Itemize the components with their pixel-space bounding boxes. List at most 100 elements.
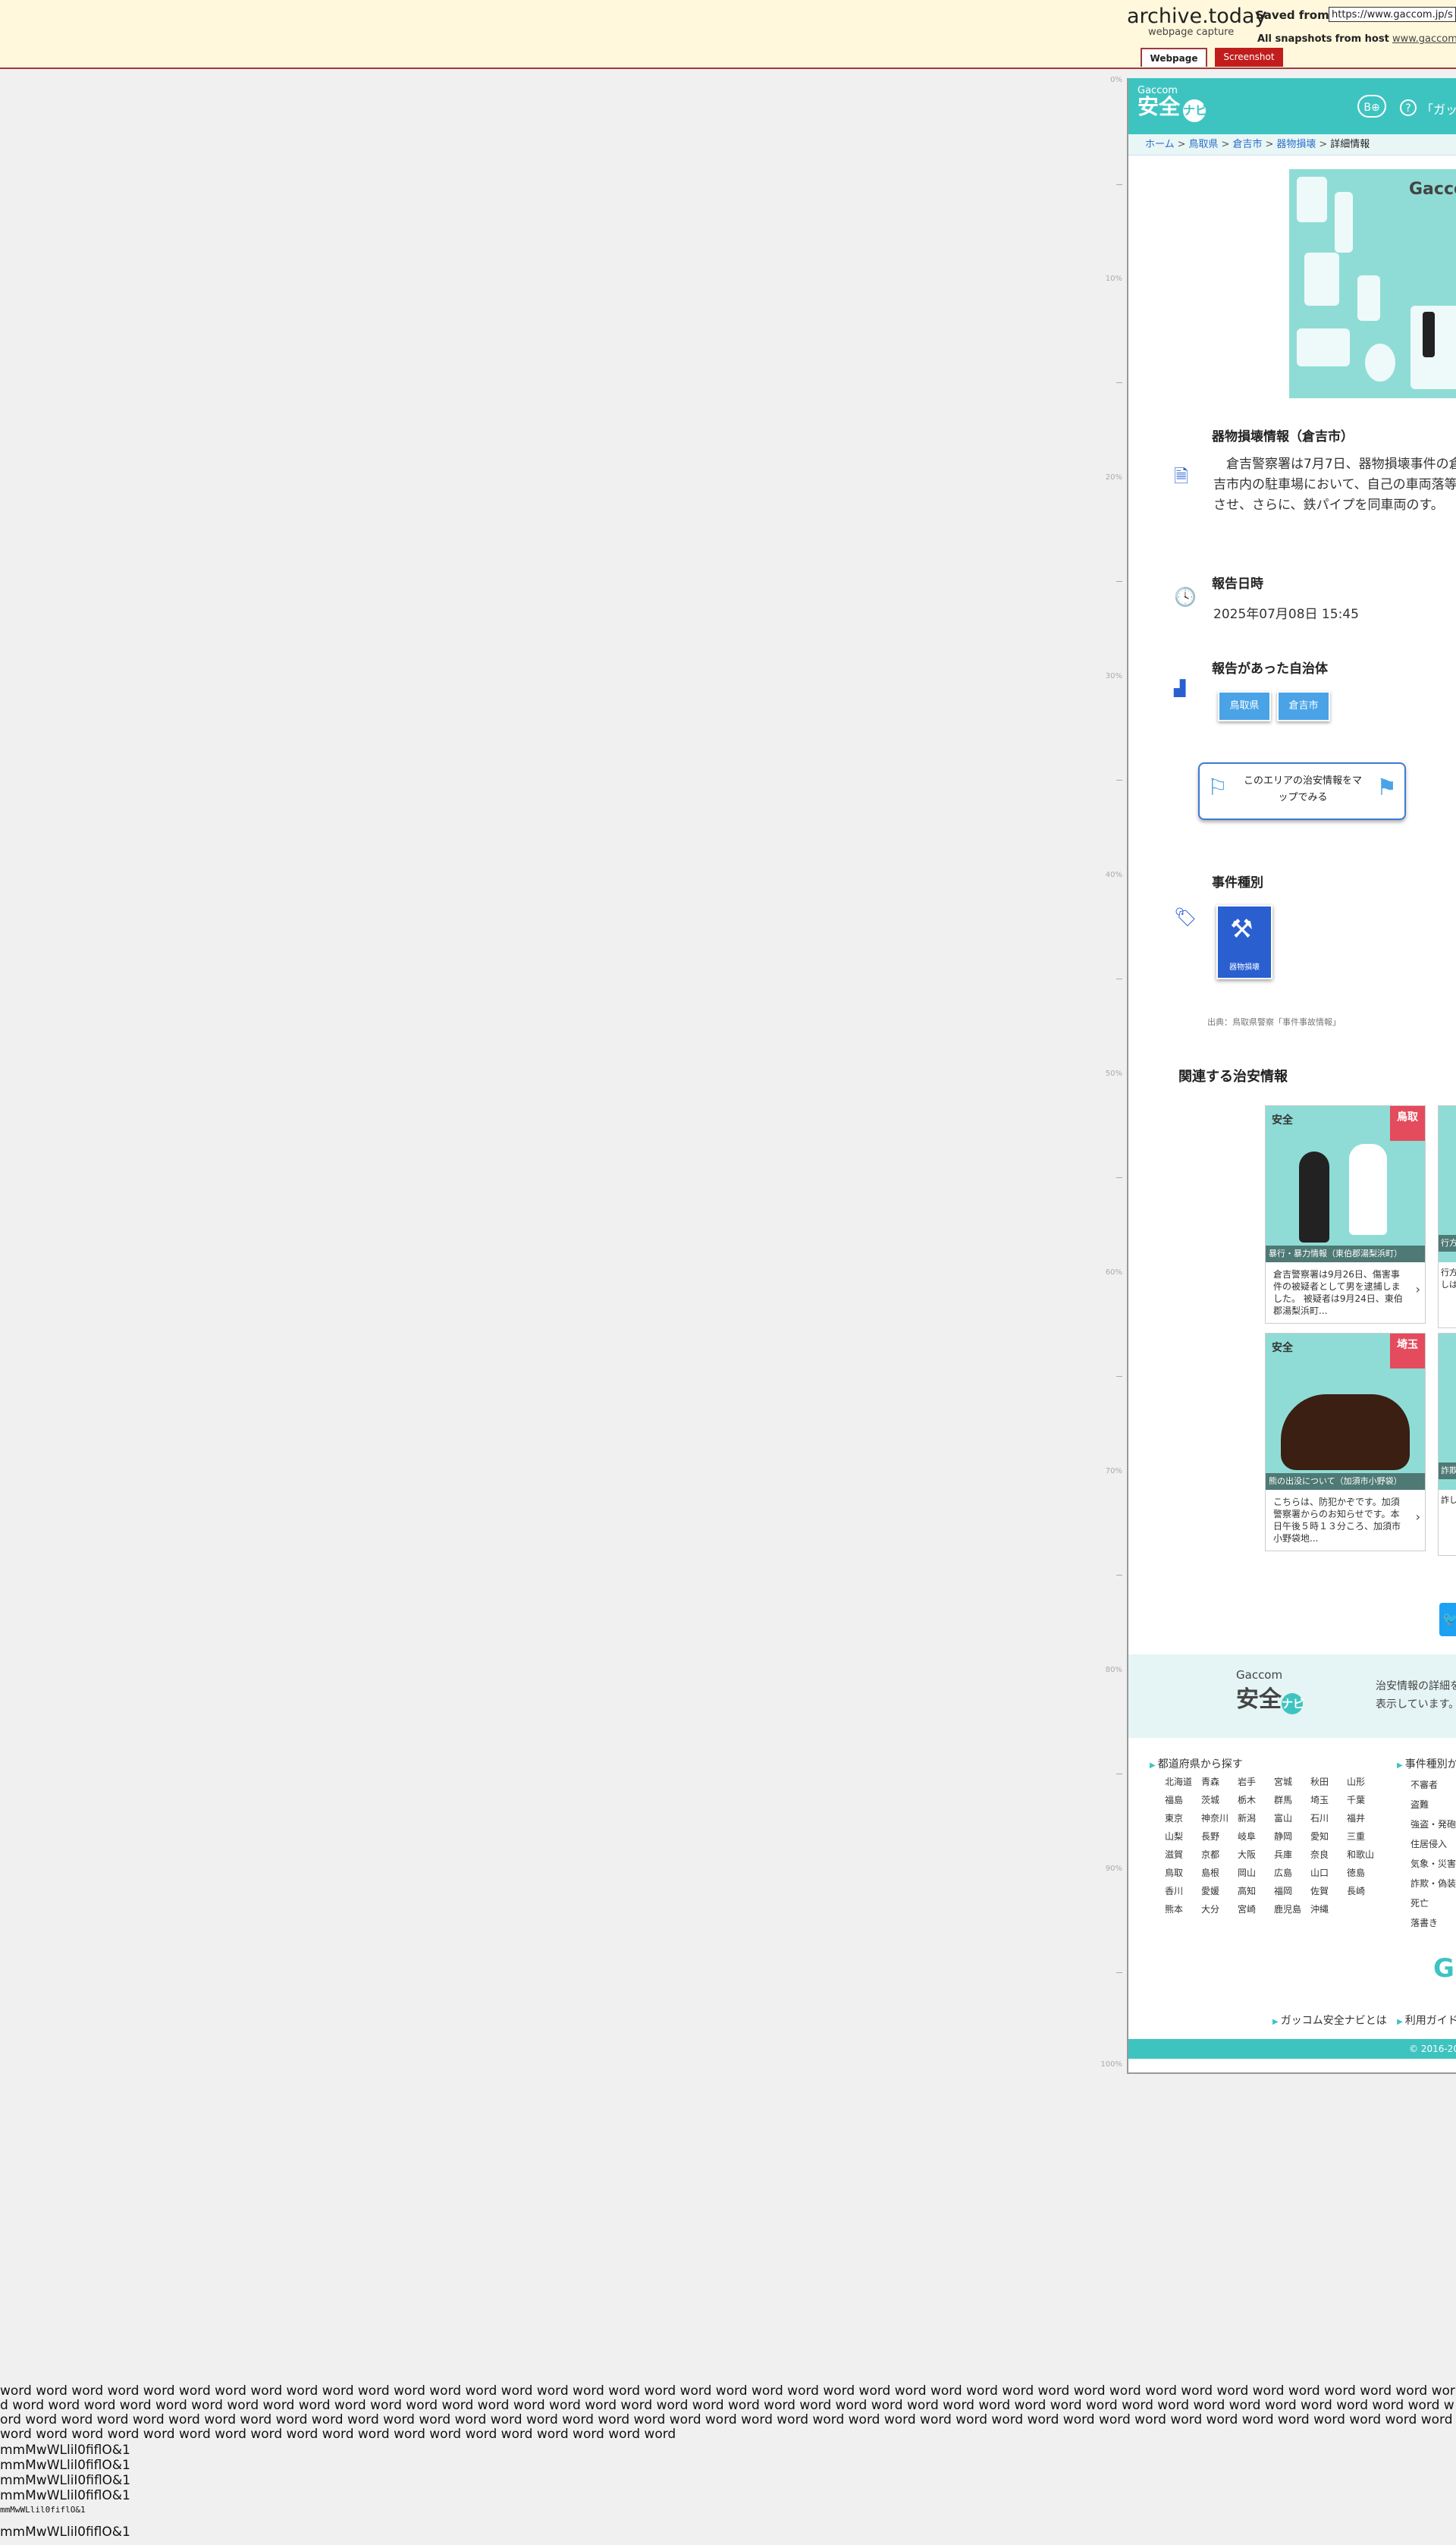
map-view-button[interactable]: ⚐ このエリアの治安情報をマップでみる ⚑ xyxy=(1198,762,1406,820)
archive-subtitle: webpage capture xyxy=(1148,27,1235,38)
prefecture-link[interactable]: 福島 xyxy=(1165,1793,1201,1807)
prefecture-link[interactable]: 宮崎 xyxy=(1238,1902,1274,1916)
breadcrumb-home[interactable]: ホーム xyxy=(1145,139,1175,150)
prefecture-link[interactable]: 京都 xyxy=(1201,1848,1238,1862)
prefecture-link[interactable]: 滋賀 xyxy=(1165,1848,1201,1862)
prefecture-link[interactable]: 徳島 xyxy=(1347,1866,1383,1880)
prefecture-link[interactable]: 大阪 xyxy=(1238,1848,1274,1862)
saved-url-input[interactable]: https://www.gaccom.jp/s xyxy=(1329,7,1456,22)
prefecture-link[interactable]: 島根 xyxy=(1201,1866,1238,1880)
prefecture-link[interactable]: 秋田 xyxy=(1310,1775,1347,1789)
tab-webpage[interactable]: Webpage xyxy=(1141,48,1207,67)
tab-screenshot[interactable]: Screenshot xyxy=(1215,48,1283,67)
building-icon: ▟ xyxy=(1174,679,1186,697)
case-type-link[interactable]: 強盗・発砲 xyxy=(1410,1814,1456,1834)
prefecture-link[interactable]: 三重 xyxy=(1347,1830,1383,1843)
prefecture-link[interactable]: 山形 xyxy=(1347,1775,1383,1789)
help-icon[interactable]: ? xyxy=(1400,99,1417,116)
prefecture-link[interactable]: 山口 xyxy=(1310,1866,1347,1880)
breadcrumb-city[interactable]: 倉吉市 xyxy=(1232,139,1262,150)
prefecture-link[interactable]: 和歌山 xyxy=(1347,1848,1383,1862)
breadcrumb-sep: > xyxy=(1319,139,1328,150)
prefecture-link[interactable]: 沖縄 xyxy=(1310,1902,1347,1916)
prefecture-link[interactable]: 福岡 xyxy=(1274,1884,1310,1898)
related-card-partial[interactable]: 行方 行方のしはは xyxy=(1438,1105,1456,1328)
case-type-link[interactable]: 気象・災害 xyxy=(1410,1854,1456,1874)
chevron-right-icon: › xyxy=(1415,1510,1420,1524)
prefecture-link[interactable]: 大分 xyxy=(1201,1902,1238,1916)
prefecture-link[interactable]: 山梨 xyxy=(1165,1830,1201,1843)
prefecture-link[interactable]: 兵庫 xyxy=(1274,1848,1310,1862)
related-card-desc: 行方のしはは xyxy=(1439,1262,1456,1327)
municipality-button-pref[interactable]: 鳥取県 xyxy=(1218,691,1271,721)
prefecture-link[interactable]: 千葉 xyxy=(1347,1793,1383,1807)
breadcrumb-current: 詳細情報 xyxy=(1330,139,1370,150)
prefecture-link[interactable]: 広島 xyxy=(1274,1866,1310,1880)
prefecture-link[interactable]: 熊本 xyxy=(1165,1902,1201,1916)
bookmark-icon-glyph: B xyxy=(1363,102,1371,114)
prefecture-link[interactable]: 石川 xyxy=(1310,1811,1347,1825)
breadcrumb-category[interactable]: 器物損壊 xyxy=(1276,139,1316,150)
prefecture-link[interactable]: 富山 xyxy=(1274,1811,1310,1825)
related-card[interactable]: 安全 埼玉 熊の出没について（加須市小野袋） こちらは、防犯かぞです。加須警察署… xyxy=(1265,1333,1426,1551)
footer-description: 治安情報の詳細を表示しています。 xyxy=(1376,1680,1456,1711)
prefecture-link[interactable]: 長崎 xyxy=(1347,1884,1383,1898)
prefecture-link[interactable]: 岡山 xyxy=(1238,1866,1274,1880)
prefecture-link[interactable]: 茨城 xyxy=(1201,1793,1238,1807)
article-title: 器物損壊情報（倉吉市） xyxy=(1212,429,1354,445)
prefecture-link[interactable]: 栃木 xyxy=(1238,1793,1274,1807)
site-logo[interactable]: Gaccom 安全 ナビ xyxy=(1138,86,1207,122)
card-logo: 安全 xyxy=(1272,1114,1293,1126)
prefecture-link[interactable]: 静岡 xyxy=(1274,1830,1310,1843)
prefecture-link[interactable]: 香川 xyxy=(1165,1884,1201,1898)
prefecture-link[interactable]: 鹿児島 xyxy=(1274,1902,1310,1916)
prefecture-link[interactable]: 北海道 xyxy=(1165,1775,1201,1789)
prefecture-link[interactable]: 奈良 xyxy=(1310,1848,1347,1862)
link-guide[interactable]: 利用ガイド xyxy=(1405,2015,1456,2027)
breadcrumb-pref[interactable]: 鳥取県 xyxy=(1189,139,1219,150)
footer-logo[interactable]: Gaccom 安全ナビ xyxy=(1236,1670,1304,1714)
case-type-link[interactable]: 落書き xyxy=(1410,1913,1456,1933)
prefecture-link[interactable]: 神奈川 xyxy=(1201,1811,1238,1825)
prefecture-link[interactable]: 佐賀 xyxy=(1310,1884,1347,1898)
case-type-link[interactable]: 死亡 xyxy=(1410,1893,1456,1913)
from-host-label: from host xyxy=(1335,33,1389,45)
bookmark-icon[interactable]: B⊕ xyxy=(1357,95,1386,118)
prefecture-link[interactable]: 東京 xyxy=(1165,1811,1201,1825)
prefecture-link[interactable]: 宮城 xyxy=(1274,1775,1310,1789)
archive-logo[interactable]: archive.today xyxy=(1127,5,1266,28)
ruler-tick xyxy=(1116,581,1122,582)
phone-icon xyxy=(1423,312,1435,357)
hero-figure xyxy=(1297,177,1327,222)
prefecture-link[interactable]: 岩手 xyxy=(1238,1775,1274,1789)
prefecture-link[interactable]: 高知 xyxy=(1238,1884,1274,1898)
prefecture-link[interactable]: 青森 xyxy=(1201,1775,1238,1789)
prefecture-link[interactable]: 長野 xyxy=(1201,1830,1238,1843)
header-link[interactable]: 「ガッ xyxy=(1421,99,1456,118)
date-label: 報告日時 xyxy=(1212,577,1263,592)
prefecture-link[interactable]: 愛媛 xyxy=(1201,1884,1238,1898)
prefecture-link[interactable]: 新潟 xyxy=(1238,1811,1274,1825)
chevron-right-icon: › xyxy=(1415,1282,1420,1296)
prefecture-link[interactable]: 埼玉 xyxy=(1310,1793,1347,1807)
date-value: 2025年07月08日 15:45 xyxy=(1213,607,1359,622)
prefecture-link[interactable]: 鳥取 xyxy=(1165,1866,1201,1880)
case-type-link[interactable]: 詐欺・偽装 xyxy=(1410,1874,1456,1893)
prefecture-link[interactable]: 愛知 xyxy=(1310,1830,1347,1843)
prefecture-link[interactable]: 岐阜 xyxy=(1238,1830,1274,1843)
related-card[interactable]: 安全 鳥取 暴行・暴力情報（東伯郡湯梨浜町） 倉吉警察署は9月26日、傷害事件の… xyxy=(1265,1105,1426,1324)
case-type-link[interactable]: 盗難 xyxy=(1410,1795,1456,1814)
region-ribbon: 鳥取 xyxy=(1390,1106,1425,1141)
host-link[interactable]: www.gaccom.jp xyxy=(1392,33,1456,45)
case-type-link[interactable]: 住居侵入 xyxy=(1410,1834,1456,1854)
prefecture-link[interactable]: 群馬 xyxy=(1274,1793,1310,1807)
case-type-list: 不審者 盗難 強盗・発砲 住居侵入 気象・災害 詐欺・偽装 死亡 落書き xyxy=(1410,1775,1456,1933)
hero-figure xyxy=(1357,275,1380,321)
case-type-link[interactable]: 不審者 xyxy=(1410,1775,1456,1795)
link-about[interactable]: ガッコム安全ナビとは xyxy=(1281,2015,1387,2027)
category-tile[interactable]: ⚒ 器物損壊 xyxy=(1216,905,1272,979)
prefecture-link[interactable]: 福井 xyxy=(1347,1811,1383,1825)
related-card-partial[interactable]: 詐欺 詐しし xyxy=(1438,1333,1456,1556)
municipality-button-city[interactable]: 倉吉市 xyxy=(1277,691,1330,721)
twitter-share-button[interactable]: 🐦 xyxy=(1439,1603,1456,1636)
